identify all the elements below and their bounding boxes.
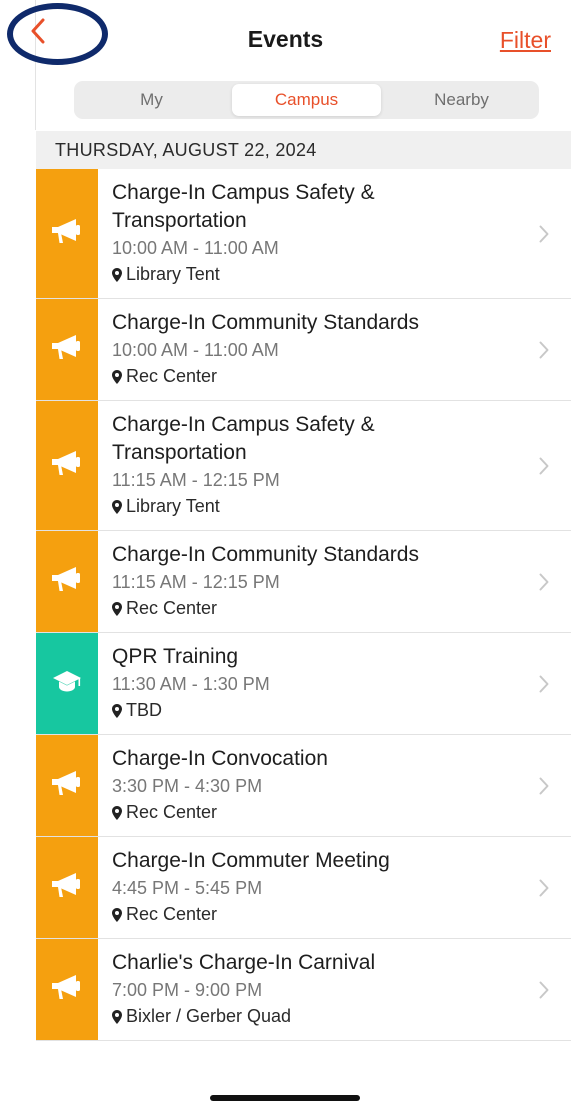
location-pin-icon (112, 907, 122, 922)
event-content: Charge-In Campus Safety & Transportation… (98, 169, 571, 298)
event-title: Charge-In Convocation (112, 747, 328, 770)
category-stripe (36, 735, 98, 836)
event-title: Charge-In Commuter Meeting (112, 849, 390, 872)
date-label: THURSDAY, AUGUST 22, 2024 (55, 139, 317, 160)
home-indicator (210, 1095, 360, 1101)
event-list: Charge-In Campus Safety & Transportation… (36, 169, 571, 1041)
chevron-right-icon (539, 777, 549, 800)
event-location: Rec Center (112, 363, 571, 390)
event-time: 11:15 AM - 12:15 PM (112, 572, 280, 592)
event-title: Charge-In Community Standards (112, 543, 419, 566)
segmented-control-bar: My Campus Nearby (36, 72, 571, 130)
event-row[interactable]: Charge-In Convocation 3:30 PM - 4:30 PM … (36, 735, 571, 837)
location-pin-icon (112, 805, 122, 820)
category-stripe (36, 401, 98, 530)
category-stripe (36, 169, 98, 298)
megaphone-icon (50, 972, 84, 1007)
category-stripe (36, 633, 98, 734)
event-title: Charlie's Charge-In Carnival (112, 951, 376, 974)
megaphone-icon (50, 448, 84, 483)
megaphone-icon (50, 768, 84, 803)
event-location-text: Library Tent (126, 264, 220, 284)
segmented-control: My Campus Nearby (74, 81, 539, 119)
event-title: Charge-In Community Standards (112, 311, 419, 334)
event-location: TBD (112, 697, 571, 724)
event-content: Charge-In Convocation 3:30 PM - 4:30 PM … (98, 735, 571, 836)
event-location: Bixler / Gerber Quad (112, 1003, 571, 1030)
category-stripe (36, 939, 98, 1040)
event-location: Rec Center (112, 901, 571, 928)
event-content: QPR Training 11:30 AM - 1:30 PM TBD (98, 633, 571, 734)
event-title: QPR Training (112, 645, 239, 668)
event-row[interactable]: Charge-In Campus Safety & Transportation… (36, 169, 571, 299)
location-pin-icon (112, 267, 122, 282)
event-location: Rec Center (112, 595, 571, 622)
event-content: Charge-In Campus Safety & Transportation… (98, 401, 571, 530)
event-row[interactable]: QPR Training 11:30 AM - 1:30 PM TBD (36, 633, 571, 735)
event-row[interactable]: Charge-In Community Standards 11:15 AM -… (36, 531, 571, 633)
event-location-text: Rec Center (126, 802, 218, 822)
chevron-right-icon (539, 225, 549, 248)
category-stripe (36, 299, 98, 400)
event-content: Charge-In Commuter Meeting 4:45 PM - 5:4… (98, 837, 571, 938)
event-location-text: Bixler / Gerber Quad (126, 1006, 292, 1026)
event-location-text: TBD (126, 700, 162, 720)
event-time: 3:30 PM - 4:30 PM (112, 776, 263, 796)
chevron-right-icon (539, 879, 549, 902)
event-time: 10:00 AM - 11:00 AM (112, 340, 279, 360)
chevron-right-icon (539, 573, 549, 596)
chevron-right-icon (539, 675, 549, 698)
category-stripe (36, 837, 98, 938)
event-location: Library Tent (112, 493, 571, 520)
event-row[interactable]: Charlie's Charge-In Carnival 7:00 PM - 9… (36, 939, 571, 1041)
event-content: Charge-In Community Standards 11:15 AM -… (98, 531, 571, 632)
event-row[interactable]: Charge-In Campus Safety & Transportation… (36, 401, 571, 531)
event-time: 7:00 PM - 9:00 PM (112, 980, 263, 1000)
event-title: Charge-In Campus Safety & Transportation (112, 181, 375, 232)
event-location-text: Rec Center (126, 598, 218, 618)
event-location: Rec Center (112, 799, 571, 826)
megaphone-icon (50, 216, 84, 251)
event-content: Charge-In Community Standards 10:00 AM -… (98, 299, 571, 400)
event-title: Charge-In Campus Safety & Transportation (112, 413, 375, 464)
date-section-header: THURSDAY, AUGUST 22, 2024 (36, 131, 571, 169)
event-time: 11:30 AM - 1:30 PM (112, 674, 270, 694)
location-pin-icon (112, 703, 122, 718)
tab-nearby[interactable]: Nearby (387, 84, 536, 116)
page-title: Events (247, 26, 324, 52)
tab-my[interactable]: My (77, 84, 226, 116)
event-time: 4:45 PM - 5:45 PM (112, 878, 263, 898)
event-location-text: Library Tent (126, 496, 220, 516)
event-row[interactable]: Charge-In Community Standards 10:00 AM -… (36, 299, 571, 401)
event-content: Charlie's Charge-In Carnival 7:00 PM - 9… (98, 939, 571, 1040)
event-location: Library Tent (112, 261, 571, 288)
location-pin-icon (112, 499, 122, 514)
event-location-text: Rec Center (126, 366, 218, 386)
location-pin-icon (112, 1009, 122, 1024)
event-row[interactable]: Charge-In Commuter Meeting 4:45 PM - 5:4… (36, 837, 571, 939)
megaphone-icon (50, 332, 84, 367)
event-location-text: Rec Center (126, 904, 218, 924)
category-stripe (36, 531, 98, 632)
location-pin-icon (112, 369, 122, 384)
megaphone-icon (50, 870, 84, 905)
graduation-cap-icon (52, 668, 82, 699)
chevron-right-icon (539, 341, 549, 364)
filter-button[interactable]: Filter (500, 27, 551, 54)
chevron-right-icon (539, 981, 549, 1004)
megaphone-icon (50, 564, 84, 599)
nav-header: Events Filter (0, 0, 571, 72)
tab-campus[interactable]: Campus (232, 84, 381, 116)
event-time: 10:00 AM - 11:00 AM (112, 238, 279, 258)
chevron-right-icon (539, 457, 549, 480)
event-time: 11:15 AM - 12:15 PM (112, 470, 280, 490)
location-pin-icon (112, 601, 122, 616)
